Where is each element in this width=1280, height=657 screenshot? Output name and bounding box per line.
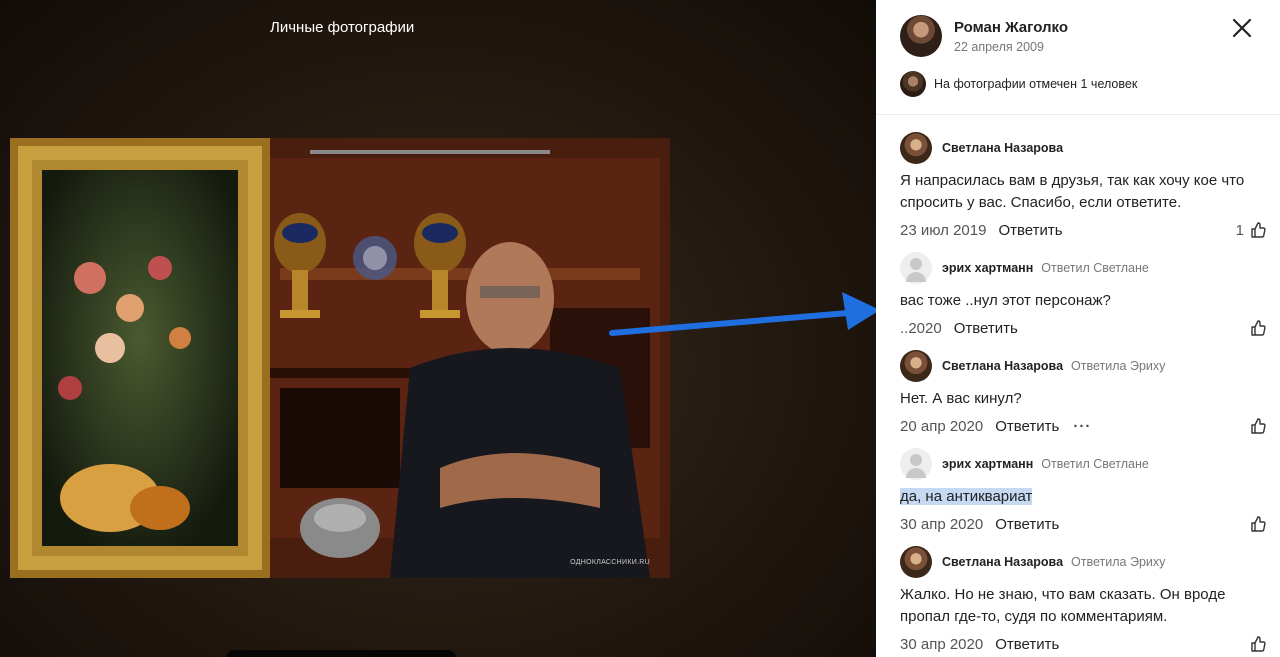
comment-text: Нет. А вас кинул?	[900, 390, 1022, 407]
reply-button[interactable]: Ответить	[998, 222, 1062, 239]
author-name[interactable]: Роман Жаголко	[954, 19, 1068, 36]
reply-to[interactable]: Ответил Светлане	[1041, 457, 1149, 471]
reply-to[interactable]: Ответил Светлане	[1041, 261, 1149, 275]
photo[interactable]: ОДНОКЛАССНИКИ.RU	[10, 138, 670, 578]
post-date: 22 апреля 2009	[954, 40, 1044, 54]
comment: Светлана Назарова Ответила Эриху Нет. А …	[900, 350, 1272, 437]
reply-button[interactable]: Ответить	[995, 516, 1059, 533]
thumbs-up-icon	[1251, 636, 1266, 652]
comment-author[interactable]: Светлана Назарова	[942, 141, 1063, 155]
bottom-bar	[226, 650, 456, 657]
comment-author[interactable]: Светлана Назарова	[942, 359, 1063, 373]
avatar[interactable]	[900, 350, 932, 382]
comment-date: 30 апр 2020	[900, 635, 984, 653]
like-button[interactable]	[1244, 636, 1266, 652]
tagged-avatar	[900, 71, 926, 97]
author-avatar[interactable]	[900, 15, 942, 57]
close-icon[interactable]	[1229, 15, 1255, 41]
avatar[interactable]	[900, 546, 932, 578]
thumbs-up-icon	[1251, 222, 1266, 238]
reply-to[interactable]: Ответила Эриху	[1071, 359, 1165, 373]
like-button[interactable]	[1244, 418, 1266, 434]
comment: эрих хартманн Ответил Светлане вас тоже …	[900, 252, 1272, 339]
reply-button[interactable]: Ответить	[995, 418, 1059, 435]
comment-text: Я напрасилась вам в друзья, так как хочу…	[900, 172, 1245, 211]
thumbs-up-icon	[1251, 418, 1266, 434]
comment-text: вас тоже ..нул этот персонаж?	[900, 292, 1111, 309]
highlighted-text: да, на антиквариат	[900, 488, 1033, 505]
comment: Светлана Назарова Ответила Эриху Жалко. …	[900, 546, 1272, 655]
thumbs-up-icon	[1251, 320, 1266, 336]
comment-text: да, на антиквариат	[900, 486, 1272, 508]
avatar[interactable]	[900, 252, 932, 284]
reply-button[interactable]: Ответить	[995, 636, 1059, 653]
comment-text: Жалко. Но не знаю, что вам сказать. Он в…	[900, 586, 1226, 625]
more-options-icon[interactable]: ···	[1073, 418, 1091, 435]
comment-date: 20 апр 2020	[900, 417, 984, 435]
tagged-people[interactable]: На фотографии отмечен 1 человек	[900, 71, 1137, 97]
comment-date: 23 июл 2019	[900, 221, 987, 239]
reply-button[interactable]: Ответить	[954, 320, 1018, 337]
avatar[interactable]	[900, 448, 932, 480]
watermark: ОДНОКЛАССНИКИ.RU	[570, 559, 650, 566]
comment: эрих хартманн Ответил Светлане да, на ан…	[900, 448, 1272, 535]
avatar[interactable]	[900, 132, 932, 164]
reply-to[interactable]: Ответила Эриху	[1071, 555, 1165, 569]
comment: Светлана Назарова Я напрасилась вам в др…	[900, 132, 1272, 241]
like-button[interactable]	[1244, 516, 1266, 532]
like-button[interactable]	[1244, 320, 1266, 336]
like-button[interactable]: 1	[1236, 222, 1266, 239]
comment-author[interactable]: Светлана Назарова	[942, 555, 1063, 569]
comment-date: 30 апр 2020	[900, 515, 984, 533]
comment-author[interactable]: эрих хартманн	[942, 457, 1033, 471]
photo-viewer: Личные фотографии ОДНОКЛАССНИКИ.RU	[0, 0, 876, 657]
comment-date: ..2020	[900, 319, 942, 337]
thumbs-up-icon	[1251, 516, 1266, 532]
photo-image	[10, 138, 670, 578]
comments-panel: Роман Жаголко 22 апреля 2009 На фотограф…	[876, 0, 1280, 657]
comment-author[interactable]: эрих хартманн	[942, 261, 1033, 275]
divider	[876, 114, 1280, 115]
tagged-text: На фотографии отмечен 1 человек	[934, 77, 1138, 91]
album-title[interactable]: Личные фотографии	[270, 19, 414, 36]
like-count: 1	[1235, 221, 1244, 239]
